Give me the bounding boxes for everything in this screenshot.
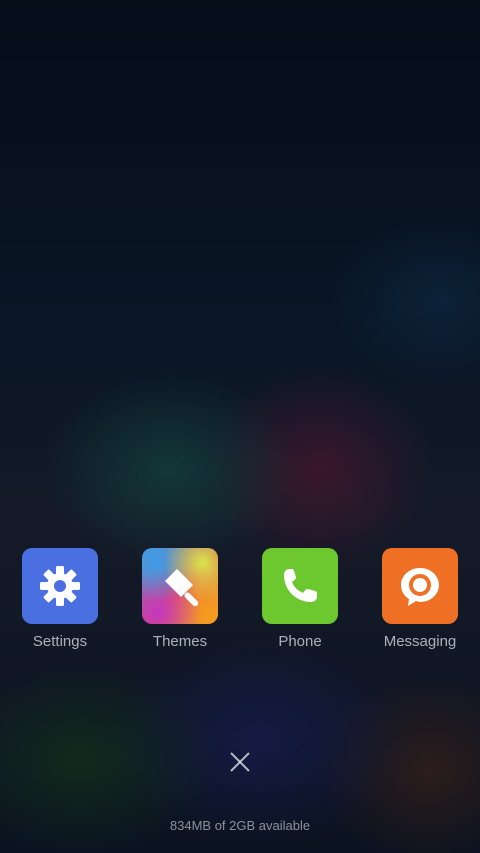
clear-all-button[interactable] bbox=[222, 744, 258, 780]
app-label-themes: Themes bbox=[152, 633, 208, 650]
gear-icon bbox=[22, 548, 98, 624]
app-label-phone: Phone bbox=[278, 633, 322, 650]
recent-app-settings[interactable]: Settings bbox=[5, 548, 115, 650]
recents-screen: Settings Themes Phone Messaging 834MB of… bbox=[0, 0, 480, 853]
recent-apps-row: Settings Themes Phone Messaging bbox=[0, 548, 480, 658]
phone-icon bbox=[262, 548, 338, 624]
paintbrush-icon bbox=[142, 548, 218, 624]
chat-bubble-icon bbox=[382, 548, 458, 624]
close-icon bbox=[230, 752, 250, 772]
recent-app-phone[interactable]: Phone bbox=[245, 548, 355, 650]
recent-app-messaging[interactable]: Messaging bbox=[365, 548, 475, 650]
app-label-messaging: Messaging bbox=[383, 633, 457, 650]
app-label-settings: Settings bbox=[32, 633, 88, 650]
recent-app-themes[interactable]: Themes bbox=[125, 548, 235, 650]
memory-status: 834MB of 2GB available bbox=[169, 818, 311, 833]
